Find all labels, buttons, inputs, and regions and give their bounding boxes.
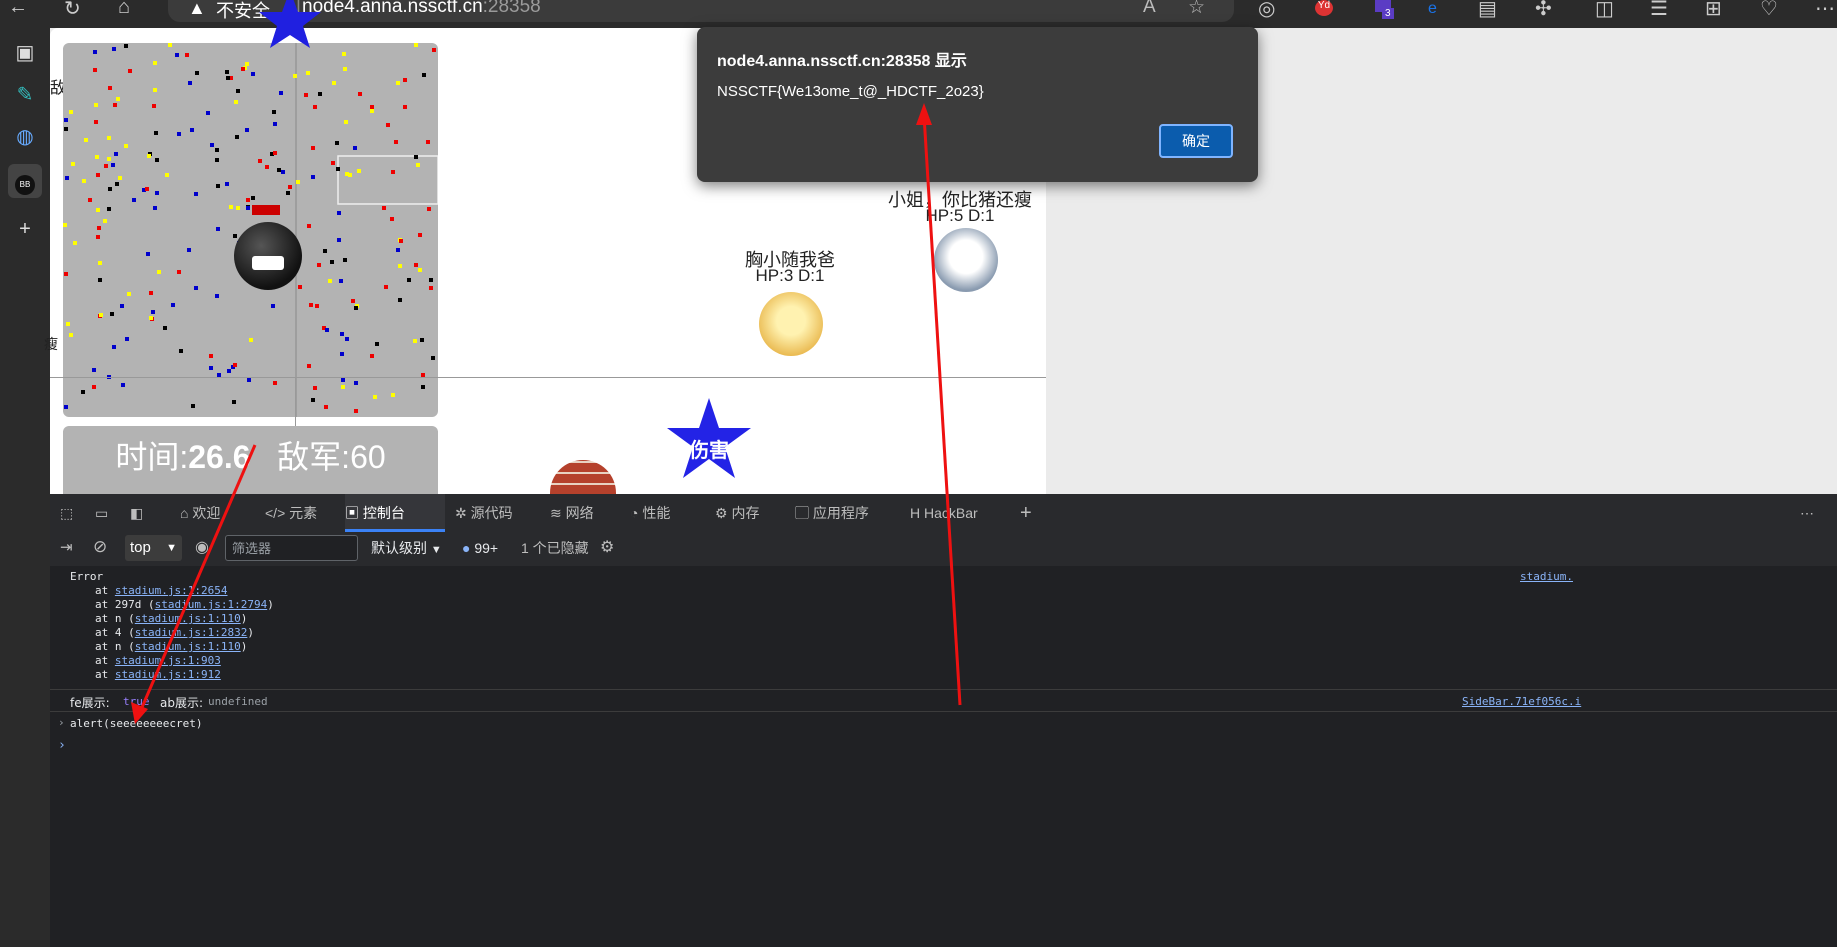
arrow-head-log [131,702,148,724]
arrow-to-flag [922,114,962,706]
arrow-to-log [138,444,257,713]
annotation-arrows [131,103,962,724]
arrow-head-flag [916,103,932,125]
